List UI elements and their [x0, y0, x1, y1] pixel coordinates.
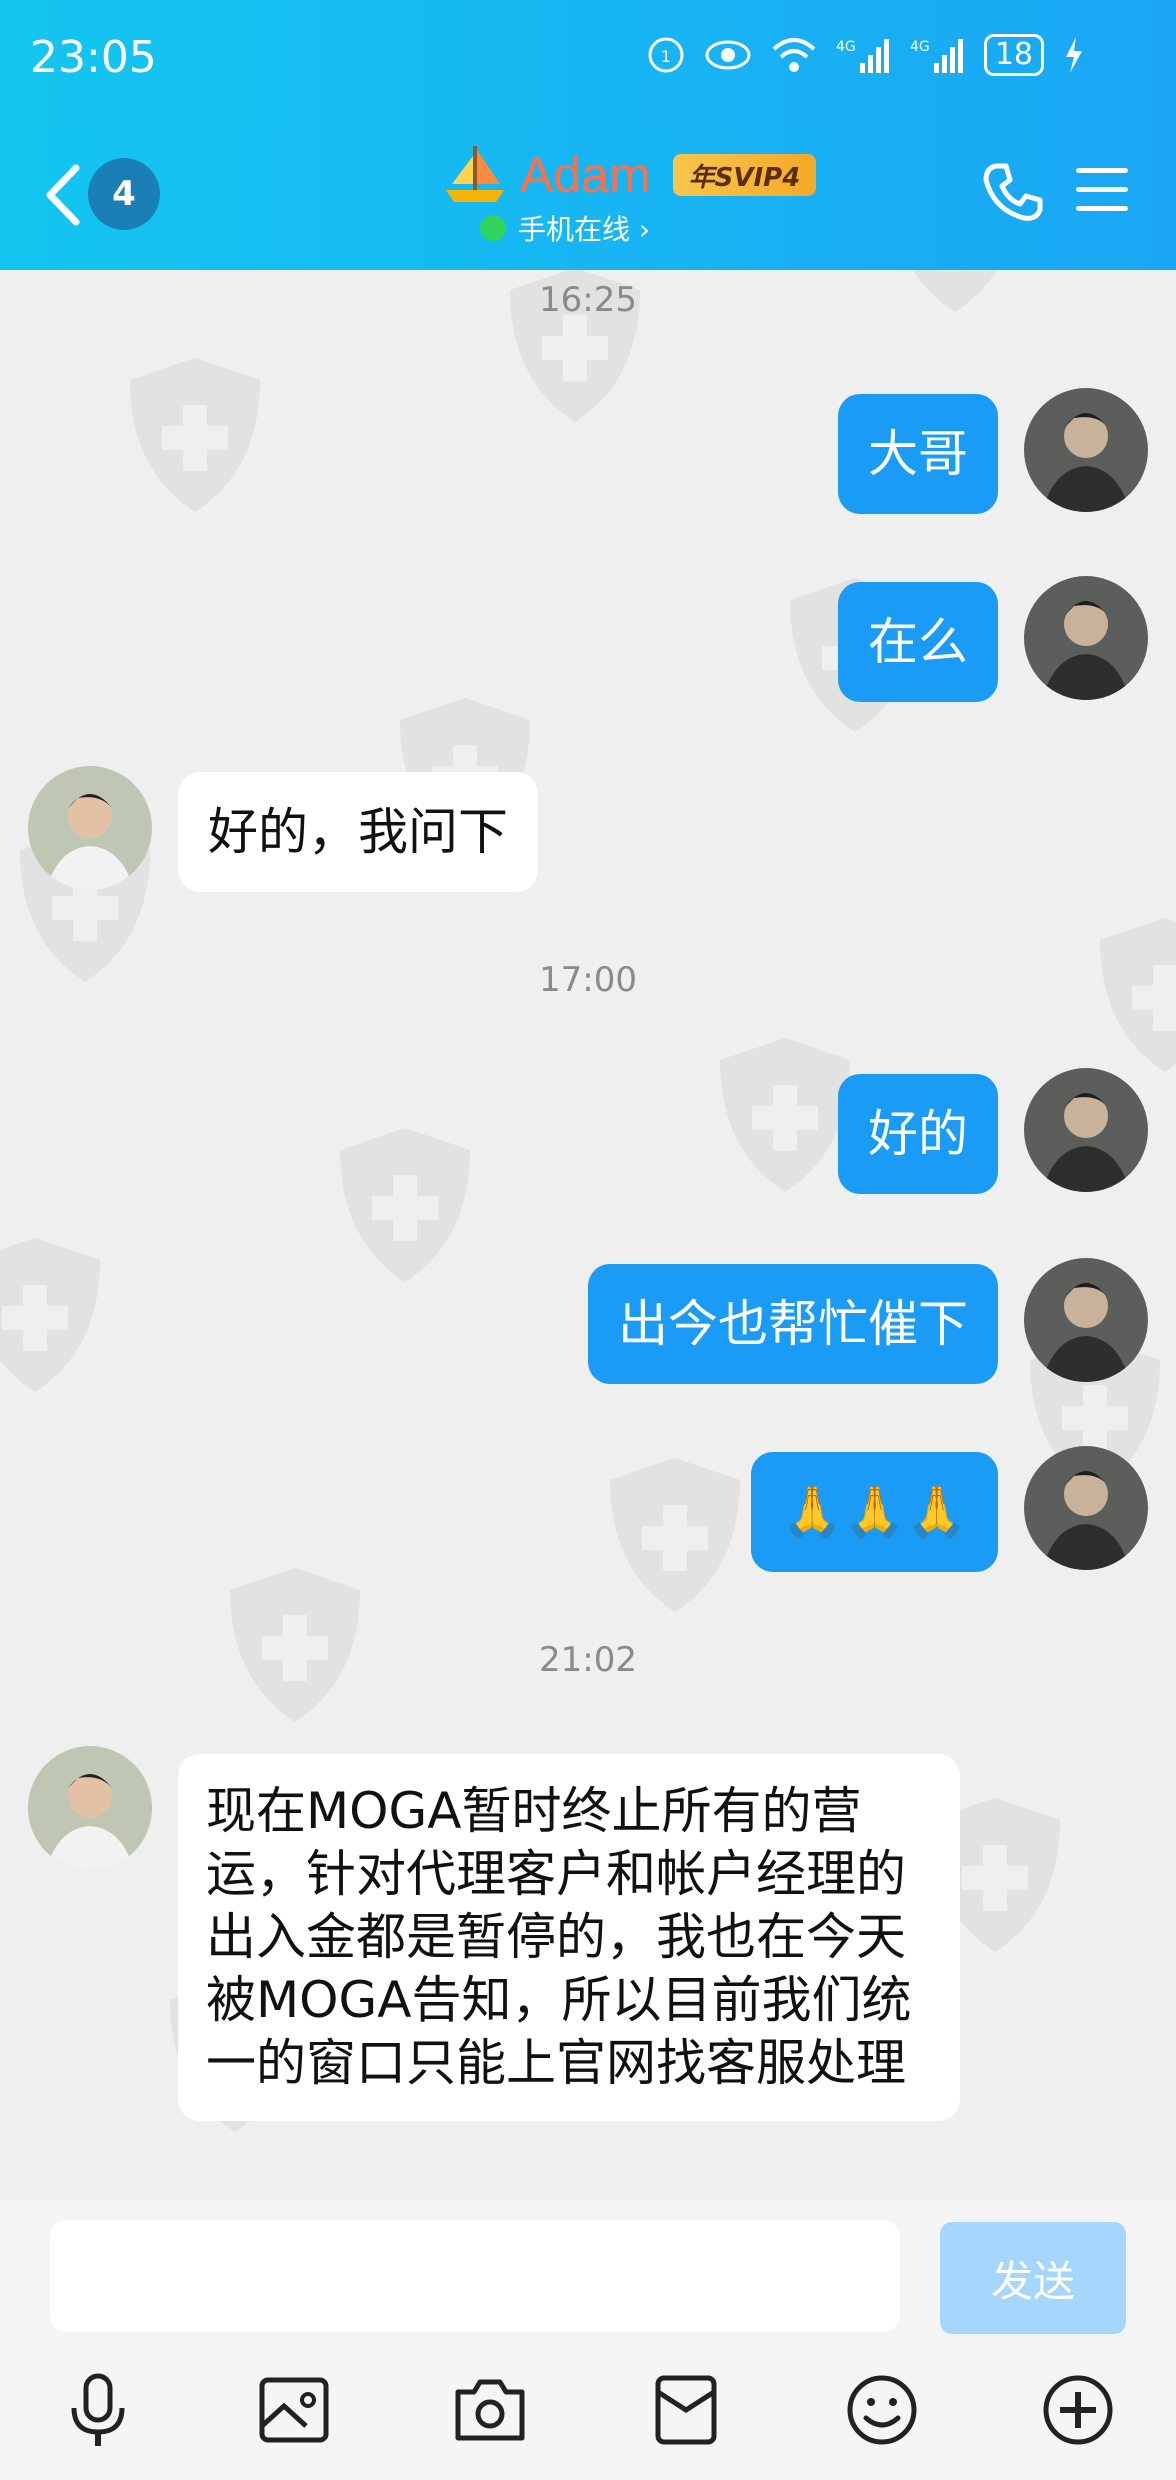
avatar-photo-icon [1024, 1446, 1148, 1570]
online-status-text: 手机在线 › [518, 213, 651, 246]
my-message-bubble[interactable]: 出今也帮忙催下 [588, 1264, 998, 1384]
online-dot-icon [480, 215, 506, 241]
watermark-shield-icon [130, 358, 260, 512]
avatar-photo-icon [1024, 388, 1148, 512]
my-avatar[interactable] [1024, 1258, 1148, 1382]
contact-avatar[interactable] [28, 1746, 152, 1870]
watermark-shield-icon [0, 1238, 100, 1392]
battery-indicator: 18 [983, 34, 1044, 76]
watermark-shield-icon [340, 1128, 470, 1282]
avatar-photo-icon [28, 766, 152, 890]
avatar-photo-icon [1024, 576, 1148, 700]
watermark-shield-icon [610, 1458, 740, 1612]
eye-icon [704, 39, 752, 71]
my-message-bubble[interactable]: 🙏🙏🙏 [751, 1452, 998, 1572]
vip-badge: 年SVIP4 [672, 154, 817, 196]
chat-header: 23:05 1 4G 4G 18 4 Adam 年SVIP4 手机在线 › [0, 0, 1176, 270]
svg-text:4G: 4G [910, 39, 930, 55]
my-avatar[interactable] [1024, 1446, 1148, 1570]
call-button[interactable] [980, 160, 1044, 224]
menu-line [1076, 206, 1128, 211]
input-bar: 发送 [0, 2200, 1176, 2480]
svg-text:1: 1 [661, 47, 671, 66]
svg-text:4G: 4G [836, 39, 856, 55]
charging-icon [1062, 35, 1086, 75]
camera-icon[interactable] [450, 2370, 530, 2450]
my-message-bubble[interactable]: 大哥 [838, 394, 998, 514]
online-status[interactable]: 手机在线 › [480, 208, 650, 248]
my-avatar[interactable] [1024, 1068, 1148, 1192]
hd-call-icon: 1 [646, 35, 686, 75]
my-message-bubble[interactable]: 好的 [838, 1074, 998, 1194]
my-avatar[interactable] [1024, 388, 1148, 512]
signal-4g-icon: 4G [836, 35, 892, 75]
unread-count-badge[interactable]: 4 [88, 158, 160, 230]
status-icons: 1 4G 4G 18 [646, 34, 1086, 76]
contact-message-bubble[interactable]: 好的，我问下 [178, 772, 538, 892]
avatar-photo-icon [28, 1746, 152, 1870]
plus-icon[interactable] [1038, 2370, 1118, 2450]
contact-title[interactable]: Adam 年SVIP4 [440, 140, 817, 210]
phone-icon [983, 163, 1043, 221]
contact-message-bubble[interactable]: 现在MOGA暂时终止所有的营运，针对代理客户和帐户经理的出入金都是暂停的，我也在… [178, 1754, 960, 2121]
menu-line [1076, 187, 1128, 192]
timestamp: 21:02 [539, 1640, 637, 1680]
timestamp: 17:00 [539, 960, 637, 1000]
microphone-icon[interactable] [58, 2370, 138, 2450]
avatar-photo-icon [1024, 1068, 1148, 1192]
avatar-photo-icon [1024, 1258, 1148, 1382]
contact-avatar[interactable] [28, 766, 152, 890]
wifi-icon [770, 35, 818, 75]
my-avatar[interactable] [1024, 576, 1148, 700]
contact-name: Adam [520, 147, 651, 203]
message-input[interactable] [50, 2220, 900, 2332]
my-message-bubble[interactable]: 在么 [838, 582, 998, 702]
status-time: 23:05 [30, 32, 157, 83]
sailboat-icon [446, 146, 504, 202]
signal-4g-icon-2: 4G [910, 35, 966, 75]
menu-button[interactable] [1076, 168, 1128, 216]
red-packet-icon[interactable] [646, 2370, 726, 2450]
emoji-icon[interactable] [842, 2370, 922, 2450]
send-button[interactable]: 发送 [940, 2222, 1126, 2334]
message-list[interactable]: 16:25 大哥 在么 好的，我问下 17:00 好的 出今也帮忙催下 🙏🙏🙏 … [0, 270, 1176, 2200]
chevron-left-icon [46, 164, 80, 226]
image-icon[interactable] [254, 2370, 334, 2450]
back-button[interactable] [36, 160, 96, 230]
menu-line [1076, 168, 1128, 173]
timestamp: 16:25 [539, 280, 637, 320]
